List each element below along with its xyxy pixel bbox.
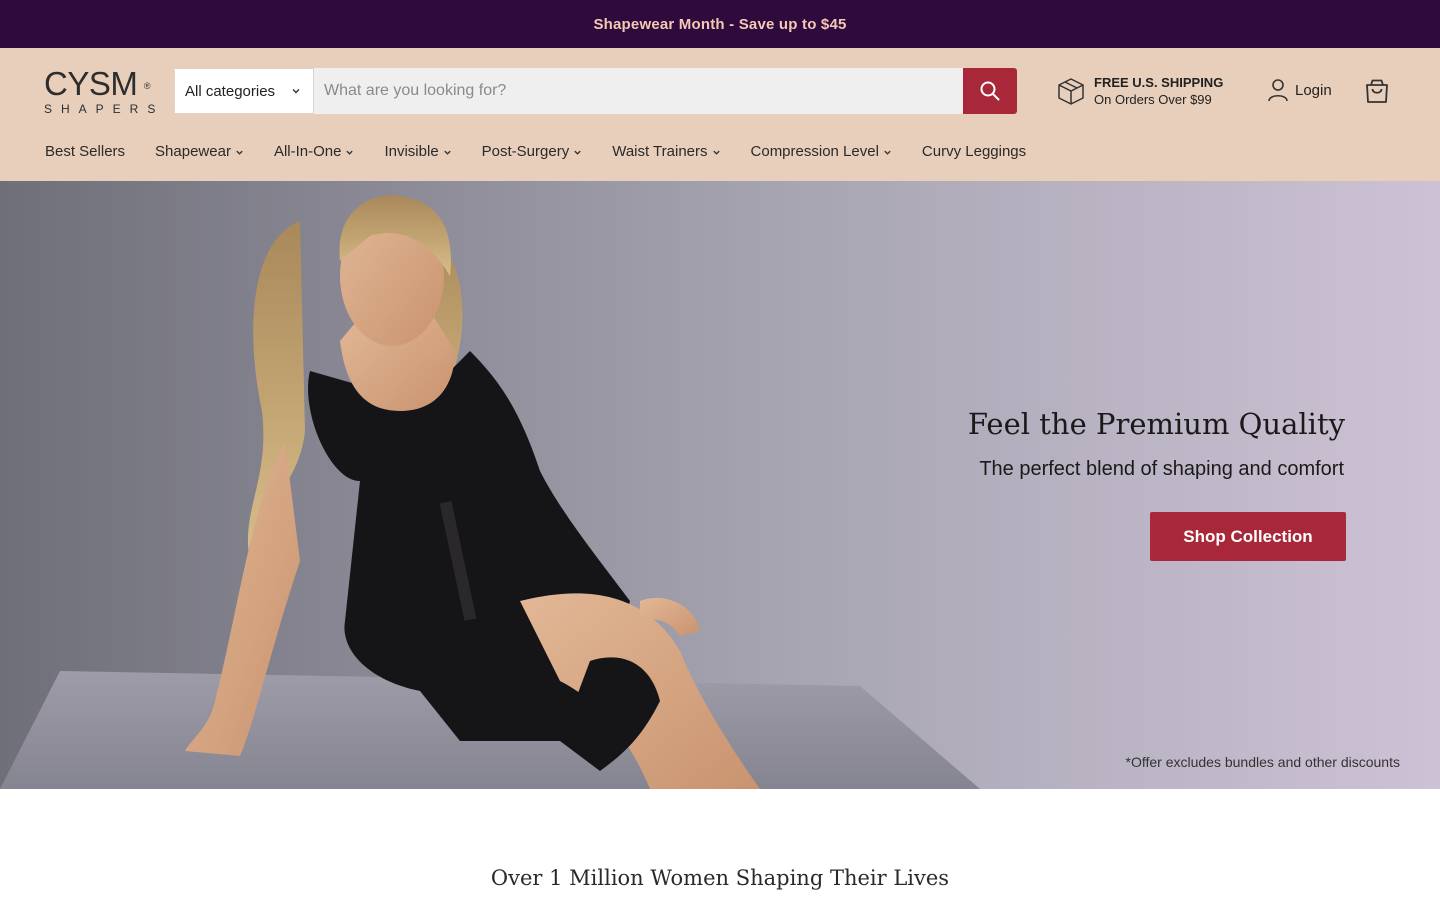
nav-item-curvy-leggings[interactable]: Curvy Leggings [922,143,1026,160]
site-header: CYSM ® SHAPERS All categories FREE U.S. S… [0,48,1440,181]
announcement-bar: Shapewear Month - Save up to $45 [0,0,1440,48]
chevron-down-icon [574,150,581,155]
nav-item-label: Waist Trainers [612,143,708,160]
nav-item-compression-level[interactable]: Compression Level [751,143,892,160]
logo-registered-mark: ® [143,81,151,91]
offer-disclaimer: *Offer excludes bundles and other discou… [1125,754,1400,770]
nav-item-label: Compression Level [750,143,879,160]
main-nav: Best Sellers Shapewear All-In-One Invisible… [45,143,1056,160]
chevron-down-icon [236,150,243,155]
hero-banner: Feel the Premium Quality The perfect ble… [0,181,1440,789]
nav-item-label: Curvy Leggings [921,143,1027,160]
nav-item-post-surgery[interactable]: Post-Surgery [482,143,583,160]
chevron-down-icon [292,89,300,94]
announcement-text: Shapewear Month - Save up to $45 [593,15,847,33]
package-icon [1058,78,1084,105]
user-icon [1268,79,1288,102]
nav-item-shapewear[interactable]: Shapewear [155,143,244,160]
hero-image [0,181,1440,789]
free-shipping-promo: FREE U.S. SHIPPING On Orders Over $99 [1056,74,1223,108]
search-icon [980,81,1000,101]
nav-item-label: All-In-One [273,143,342,160]
shipping-subtitle: On Orders Over $99 [1094,92,1212,107]
shopping-bag-icon [1366,79,1388,103]
nav-item-all-in-one[interactable]: All-In-One [274,143,355,160]
nav-item-best-sellers[interactable]: Best Sellers [45,143,125,160]
search-bar: All categories [174,68,1017,114]
nav-item-waist-trainers[interactable]: Waist Trainers [612,143,720,160]
logo-sub: SHAPERS [44,102,165,116]
login-link[interactable]: Login [1267,78,1332,102]
logo[interactable]: CYSM ® SHAPERS [44,65,165,116]
nav-item-invisible[interactable]: Invisible [384,143,451,160]
shop-collection-button[interactable]: Shop Collection [1150,512,1346,561]
category-select-label: All categories [185,82,276,100]
hero-title: Feel the Premium Quality [967,407,1345,441]
nav-item-label: Shapewear [155,143,231,160]
search-input[interactable] [314,68,963,114]
shipping-title: FREE U.S. SHIPPING [1094,75,1224,90]
logo-main: CYSM [44,65,138,102]
section-tagline: Over 1 Million Women Shaping Their Lives [490,866,950,890]
cart-button[interactable] [1363,77,1391,105]
chevron-down-icon [712,150,720,155]
nav-item-label: Post-Surgery [481,143,570,160]
category-select[interactable]: All categories [174,68,314,114]
chevron-down-icon [443,150,451,155]
nav-item-label: Invisible [384,143,439,160]
chevron-down-icon [346,150,354,155]
login-label: Login [1295,81,1332,99]
search-button[interactable] [963,68,1017,114]
chevron-down-icon [884,150,891,155]
nav-item-label: Best Sellers [45,143,126,160]
hero-subtitle: The perfect blend of shaping and comfort [979,458,1344,480]
